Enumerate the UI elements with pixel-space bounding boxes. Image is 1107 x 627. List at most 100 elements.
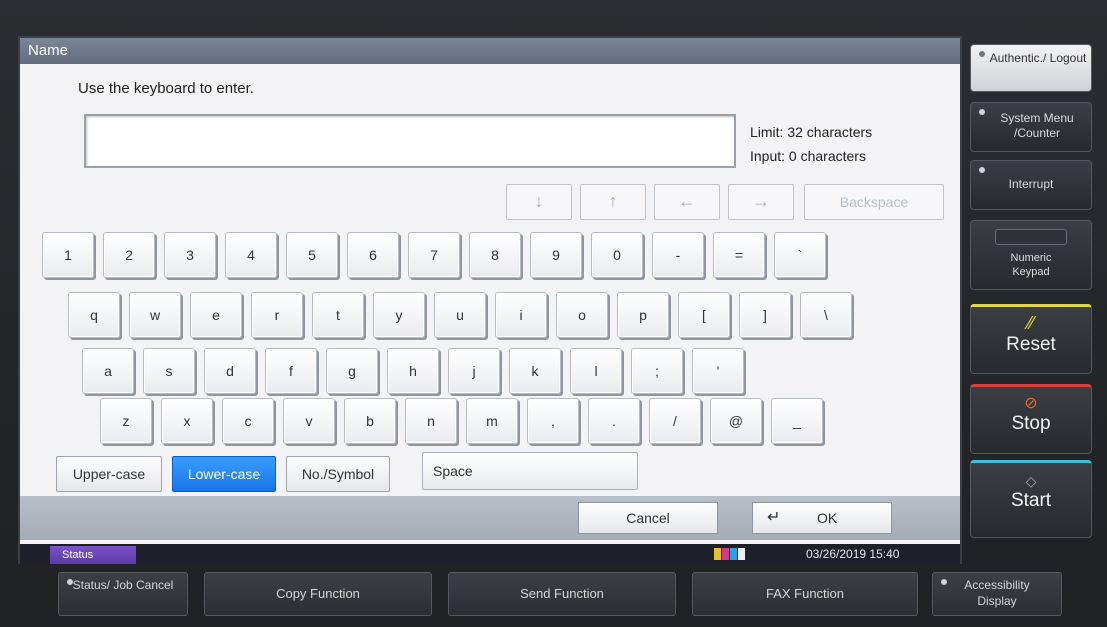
key[interactable]: w: [129, 292, 181, 338]
interrupt-button[interactable]: Interrupt: [970, 160, 1092, 210]
key[interactable]: @: [710, 398, 762, 444]
key[interactable]: ': [692, 348, 744, 394]
send-function-button[interactable]: Send Function: [448, 572, 676, 616]
indicator-led-icon: [979, 51, 985, 57]
key[interactable]: f: [265, 348, 317, 394]
arrow-up-icon: ↑: [608, 191, 618, 211]
stop-button[interactable]: ⊘ Stop: [970, 384, 1092, 454]
instruction-text: Use the keyboard to enter.: [78, 80, 254, 97]
key[interactable]: s: [143, 348, 195, 394]
key[interactable]: =: [713, 232, 765, 278]
key[interactable]: `: [774, 232, 826, 278]
fax-function-button[interactable]: FAX Function: [692, 572, 918, 616]
key[interactable]: l: [570, 348, 622, 394]
key[interactable]: -: [652, 232, 704, 278]
key[interactable]: \: [800, 292, 852, 338]
key[interactable]: m: [466, 398, 518, 444]
reset-button[interactable]: ⁄⁄ Reset: [970, 304, 1092, 374]
key[interactable]: p: [617, 292, 669, 338]
system-menu-counter-button[interactable]: System Menu /Counter: [970, 102, 1092, 152]
key[interactable]: .: [588, 398, 640, 444]
number-symbol-button[interactable]: No./Symbol: [286, 456, 390, 492]
accessibility-display-button[interactable]: Accessibility Display: [932, 572, 1062, 616]
ok-label: OK: [817, 510, 838, 526]
status-bar: Status 03/26/2019 15:40: [20, 544, 960, 564]
indicator-led-icon: [979, 109, 985, 115]
key[interactable]: 6: [347, 232, 399, 278]
key[interactable]: g: [326, 348, 378, 394]
keypad-slot-icon: [995, 229, 1067, 245]
key[interactable]: ,: [527, 398, 579, 444]
copier-panel: Name Use the keyboard to enter. Limit: 3…: [0, 0, 1107, 627]
arrow-down-icon: ↓: [534, 191, 544, 211]
key[interactable]: k: [509, 348, 561, 394]
key[interactable]: 7: [408, 232, 460, 278]
key[interactable]: ]: [739, 292, 791, 338]
status-job-cancel-button[interactable]: Status/ Job Cancel: [58, 572, 188, 616]
start-icon: ◇: [1025, 473, 1037, 489]
start-label: Start: [1010, 490, 1052, 511]
space-button[interactable]: Space: [422, 452, 638, 490]
arrow-left-icon: ←: [678, 191, 696, 211]
ok-button[interactable]: ↵ OK: [752, 502, 892, 534]
key[interactable]: /: [649, 398, 701, 444]
key[interactable]: j: [448, 348, 500, 394]
key[interactable]: 3: [164, 232, 216, 278]
key[interactable]: n: [405, 398, 457, 444]
key[interactable]: e: [190, 292, 242, 338]
key[interactable]: r: [251, 292, 303, 338]
key[interactable]: [: [678, 292, 730, 338]
interrupt-label: Interrupt: [1008, 177, 1054, 191]
key[interactable]: q: [68, 292, 120, 338]
key[interactable]: a: [82, 348, 134, 394]
key[interactable]: x: [161, 398, 213, 444]
key[interactable]: 2: [103, 232, 155, 278]
key[interactable]: h: [387, 348, 439, 394]
authentic-label: Authentic./ Logout: [989, 51, 1087, 65]
key[interactable]: ;: [631, 348, 683, 394]
key[interactable]: 1: [42, 232, 94, 278]
enter-icon: ↵: [767, 509, 781, 526]
system-menu-label: System Menu /Counter: [1000, 111, 1074, 140]
accessibility-label: Accessibility Display: [964, 578, 1030, 608]
key[interactable]: t: [312, 292, 364, 338]
cursor-left-button[interactable]: ←: [654, 184, 720, 220]
cursor-up-button[interactable]: ↑: [580, 184, 646, 220]
indicator-led-icon: [67, 579, 73, 585]
key[interactable]: d: [204, 348, 256, 394]
name-input[interactable]: [84, 114, 736, 168]
upper-case-button[interactable]: Upper-case: [56, 456, 162, 492]
key[interactable]: 8: [469, 232, 521, 278]
key[interactable]: 4: [225, 232, 277, 278]
key[interactable]: 5: [286, 232, 338, 278]
key[interactable]: z: [100, 398, 152, 444]
status-tab[interactable]: Status: [50, 546, 136, 564]
backspace-button[interactable]: Backspace: [804, 184, 944, 220]
key[interactable]: 0: [591, 232, 643, 278]
reset-icon: ⁄⁄: [1027, 313, 1034, 333]
authentication-logout-button[interactable]: Authentic./ Logout: [970, 44, 1092, 92]
key[interactable]: o: [556, 292, 608, 338]
cursor-right-button[interactable]: →: [728, 184, 794, 220]
key[interactable]: b: [344, 398, 396, 444]
lower-case-button[interactable]: Lower-case: [172, 456, 276, 492]
numeric-keypad-button[interactable]: Numeric Keypad: [970, 220, 1092, 290]
cancel-button[interactable]: Cancel: [578, 502, 718, 534]
start-button[interactable]: ◇ Start: [970, 460, 1092, 538]
key[interactable]: _: [771, 398, 823, 444]
copy-function-button[interactable]: Copy Function: [204, 572, 432, 616]
key[interactable]: v: [283, 398, 335, 444]
key[interactable]: c: [222, 398, 274, 444]
key[interactable]: u: [434, 292, 486, 338]
indicator-led-icon: [941, 579, 947, 585]
window-title: Name: [20, 38, 960, 64]
toner-level-icon: [714, 548, 745, 560]
key[interactable]: i: [495, 292, 547, 338]
character-limit: Limit: 32 characters: [750, 124, 873, 140]
reset-label: Reset: [1006, 334, 1056, 355]
key[interactable]: 9: [530, 232, 582, 278]
numeric-keypad-label: Numeric Keypad: [1010, 252, 1052, 278]
cursor-down-button[interactable]: ↓: [506, 184, 572, 220]
character-count: Input: 0 characters: [750, 148, 866, 164]
key[interactable]: y: [373, 292, 425, 338]
